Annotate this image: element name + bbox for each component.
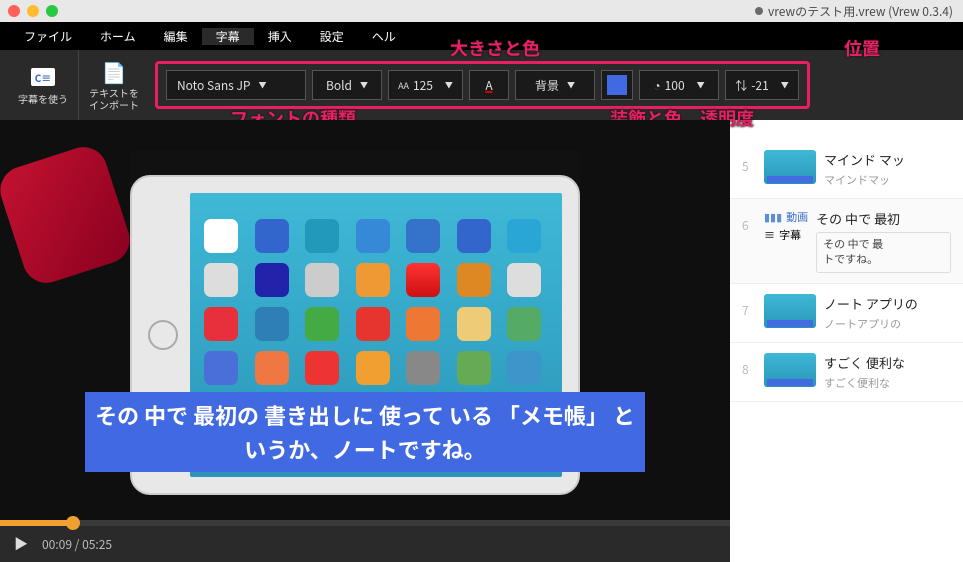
opacity-value: 100	[665, 77, 685, 94]
opacity-select[interactable]: ◔ 100 ▼	[639, 70, 719, 100]
timeline-progress	[0, 520, 73, 526]
minimize-window-button[interactable]	[27, 5, 39, 17]
clip-number: 6	[742, 209, 756, 273]
traffic-lights	[8, 5, 58, 17]
clip-thumbnail	[764, 150, 816, 184]
chevron-down-icon: ▼	[360, 80, 368, 91]
background-style-select[interactable]: 背景 ▼	[515, 70, 595, 100]
subtitle-marker-icon: ≡	[764, 227, 775, 243]
background-color-swatch-icon	[607, 75, 627, 95]
clip-desc: すごく便利な	[824, 375, 951, 391]
chevron-down-icon: ▼	[697, 80, 705, 91]
clip-row[interactable]: 5 マインド マッ マインドマッ	[730, 140, 963, 199]
chevron-down-icon: ▼	[445, 80, 453, 91]
font-weight-select[interactable]: Bold ▼	[312, 70, 382, 100]
clips-panel[interactable]: 5 マインド マッ マインドマッ 6 ▮▮▮動画 ≡字幕 その 中で 最初 その…	[730, 120, 963, 562]
background-object	[0, 141, 136, 289]
timeline[interactable]	[0, 520, 730, 526]
video-preview[interactable]: その 中で 最初の 書き出しに 使って いる 「メモ帳」 と いうか、ノートです…	[0, 120, 730, 526]
window-title-text: vrewのテスト用.vrew (Vrew 0.3.4)	[768, 3, 953, 20]
window-title: vrewのテスト用.vrew (Vrew 0.3.4)	[755, 3, 953, 20]
toolbar: C≡ 字幕を使う 📄 テキストを インポート Noto Sans JP ▼ Bo…	[0, 50, 963, 120]
clip-number: 7	[742, 294, 756, 332]
clip-number: 5	[742, 150, 756, 188]
import-icon: 📄	[102, 57, 127, 86]
close-window-button[interactable]	[8, 5, 20, 17]
subtitle-label: 字幕	[779, 227, 801, 243]
video-label: 動画	[786, 209, 808, 225]
menu-edit[interactable]: 編集	[150, 28, 202, 45]
time-display: 00:09 / 05:25	[42, 536, 112, 553]
annotation-size-color: 大きさと色	[450, 35, 540, 61]
use-subtitle-button[interactable]: C≡ 字幕を使う	[8, 50, 79, 120]
clip-title: その 中で 最初	[816, 209, 951, 228]
home-button-icon	[148, 320, 178, 350]
clip-desc: ノートアプリの	[824, 316, 951, 332]
chevron-down-icon: ▼	[567, 80, 575, 91]
font-color-icon: A	[485, 77, 492, 94]
position-icon: ⇅	[735, 77, 747, 94]
current-time: 00:09	[42, 536, 72, 553]
subtitle-icon: C≡	[31, 68, 55, 86]
font-size-select[interactable]: AA 125 ▼	[388, 70, 463, 100]
import-text-label: テキストを インポート	[89, 87, 139, 111]
opacity-icon: ◔	[653, 77, 660, 94]
font-size-value: 125	[413, 77, 433, 94]
menu-insert[interactable]: 挿入	[254, 28, 306, 45]
unsaved-indicator-icon	[755, 7, 763, 15]
maximize-window-button[interactable]	[46, 5, 58, 17]
clip-title: すごく 便利な	[824, 353, 951, 372]
main-content: その 中で 最初の 書き出しに 使って いる 「メモ帳」 と いうか、ノートです…	[0, 120, 963, 562]
clip-row[interactable]: 7 ノート アプリの ノートアプリの	[730, 284, 963, 343]
subtitle-controls: Noto Sans JP ▼ Bold ▼ AA 125 ▼ A 背景 ▼ ◔ …	[155, 61, 810, 109]
menu-file[interactable]: ファイル	[10, 28, 86, 45]
clip-thumbnail	[764, 353, 816, 387]
font-color-select[interactable]: A	[469, 70, 509, 100]
menu-help[interactable]: ヘル	[358, 28, 410, 45]
window-title-bar: vrewのテスト用.vrew (Vrew 0.3.4)	[0, 0, 963, 22]
clip-thumbnail	[764, 294, 816, 328]
clip-row[interactable]: 8 すごく 便利な すごく便利な	[730, 343, 963, 402]
clip-row[interactable]: 6 ▮▮▮動画 ≡字幕 その 中で 最初 その 中で 最 トですね。	[730, 199, 963, 284]
font-family-select[interactable]: Noto Sans JP ▼	[166, 70, 306, 100]
clip-title: ノート アプリの	[824, 294, 951, 313]
background-label: 背景	[535, 77, 559, 94]
subtitle-overlay: その 中で 最初の 書き出しに 使って いる 「メモ帳」 と いうか、ノートです…	[30, 392, 700, 472]
position-value: -21	[751, 77, 768, 94]
chevron-down-icon: ▼	[781, 80, 789, 91]
timeline-handle[interactable]	[66, 516, 80, 530]
clip-labels: ▮▮▮動画 ≡字幕	[764, 209, 808, 273]
position-select[interactable]: ⇅ -21 ▼	[725, 70, 799, 100]
video-panel: その 中で 最初の 書き出しに 使って いる 「メモ帳」 と いうか、ノートです…	[0, 120, 730, 562]
import-text-button[interactable]: 📄 テキストを インポート	[79, 50, 149, 120]
menu-home[interactable]: ホーム	[86, 28, 150, 45]
video-marker-icon: ▮▮▮	[764, 209, 782, 225]
playback-bar: ▶ 00:09 / 05:25	[0, 526, 730, 562]
play-button[interactable]: ▶	[14, 534, 28, 554]
clip-title: マインド マッ	[824, 150, 951, 169]
font-weight-value: Bold	[326, 77, 352, 94]
total-time: 05:25	[82, 536, 112, 553]
use-subtitle-label: 字幕を使う	[18, 93, 68, 105]
menu-subtitle[interactable]: 字幕	[202, 28, 254, 45]
font-family-value: Noto Sans JP	[177, 77, 251, 94]
chevron-down-icon: ▼	[259, 80, 267, 91]
font-size-prefix-icon: AA	[398, 79, 409, 92]
annotation-position: 位置	[844, 35, 880, 61]
subtitle-text: その 中で 最初の 書き出しに 使って いる 「メモ帳」 と いうか、ノートです…	[85, 392, 645, 472]
clip-desc: マインドマッ	[824, 172, 951, 188]
clip-number: 8	[742, 353, 756, 391]
menu-settings[interactable]: 設定	[306, 28, 358, 45]
clip-subtitle-box[interactable]: その 中で 最 トですね。	[816, 232, 951, 273]
background-color-select[interactable]	[601, 70, 633, 100]
